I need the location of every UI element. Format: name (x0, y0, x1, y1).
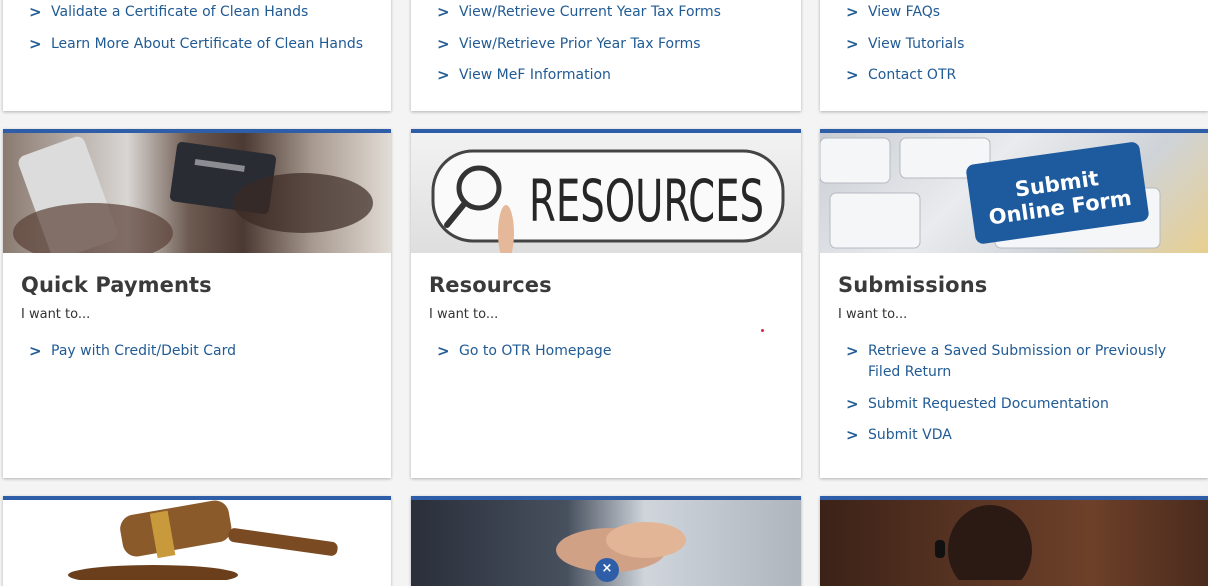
close-icon[interactable]: × (595, 558, 619, 582)
link-current-year-forms[interactable]: > View/Retrieve Current Year Tax Forms (411, 2, 801, 23)
resources-image-text: RESOURCES (529, 167, 764, 235)
resources-search-image: RESOURCES (411, 133, 801, 253)
chevron-right-icon: > (846, 3, 859, 21)
link-learn-certificate[interactable]: > Learn More About Certificate of Clean H… (3, 34, 391, 55)
card-gavel (3, 496, 391, 586)
link-submit-requested-documentation[interactable]: > Submit Requested Documentation (820, 394, 1208, 415)
keyboard-illustration: Submit Online Form (820, 137, 1161, 249)
card-title: Resources (429, 273, 552, 297)
link-submit-vda[interactable]: > Submit VDA (820, 425, 1208, 446)
chevron-right-icon: > (437, 342, 450, 360)
link-view-tutorials[interactable]: > View Tutorials (820, 34, 1208, 55)
link-list: > Go to OTR Homepage (411, 341, 801, 362)
link-prior-year-forms[interactable]: > View/Retrieve Prior Year Tax Forms (411, 34, 801, 55)
person-illustration (935, 505, 1032, 580)
link-pay-credit-debit[interactable]: > Pay with Credit/Debit Card (3, 341, 391, 362)
gavel-illustration (68, 500, 338, 580)
credit-card-illustration (13, 136, 373, 253)
chevron-right-icon: > (29, 34, 42, 53)
card-quick-payments: Quick Payments I want to... > Pay with Cr… (3, 129, 391, 478)
person-headset-image (820, 500, 1208, 586)
link-list: > View/Retrieve Current Year Tax Forms > V… (411, 2, 801, 86)
card-submissions: Submit Online Form Submissions I want to… (820, 129, 1208, 478)
card-title: Submissions (838, 273, 988, 297)
credit-card-payment-image (3, 133, 391, 253)
resources-illustration: RESOURCES (431, 149, 785, 253)
link-list: > Pay with Credit/Debit Card (3, 341, 391, 362)
link-mef-information[interactable]: > View MeF Information (411, 65, 801, 86)
card-tax-forms: > View/Retrieve Current Year Tax Forms > V… (411, 0, 801, 111)
card-clean-hands: > Validate a Certificate of Clean Hands >… (3, 0, 391, 111)
card-subtitle: I want to... (838, 307, 908, 322)
link-view-faqs[interactable]: > View FAQs (820, 2, 1208, 23)
chevron-right-icon: > (29, 342, 42, 360)
link-validate-certificate[interactable]: > Validate a Certificate of Clean Hands (3, 2, 391, 23)
link-retrieve-saved-submission[interactable]: > Retrieve a Saved Submission or Previous… (820, 341, 1208, 383)
card-title: Quick Payments (21, 273, 212, 297)
link-otr-homepage[interactable]: > Go to OTR Homepage (411, 341, 801, 362)
link-list: > View FAQs > View Tutorials > Contact OTR (820, 2, 1208, 86)
card-help: > View FAQs > View Tutorials > Contact OTR (820, 0, 1208, 111)
chevron-right-icon: > (846, 34, 859, 53)
chevron-right-icon: > (846, 394, 859, 413)
chevron-right-icon: > (846, 426, 859, 444)
cursor-dot (761, 329, 764, 332)
card-subtitle: I want to... (21, 307, 91, 322)
chevron-right-icon: > (437, 34, 450, 53)
gavel-image (3, 500, 391, 586)
chevron-right-icon: > (29, 3, 42, 21)
chevron-right-icon: > (437, 66, 450, 84)
card-resources: RESOURCES Resources I want to... > Go to … (411, 129, 801, 478)
card-customer-support (820, 496, 1208, 586)
chevron-right-icon: > (846, 342, 859, 360)
submit-online-form-image: Submit Online Form (820, 133, 1208, 253)
chevron-right-icon: > (437, 3, 450, 21)
chevron-right-icon: > (846, 66, 859, 84)
link-contact-otr[interactable]: > Contact OTR (820, 65, 1208, 86)
link-list: > Validate a Certificate of Clean Hands >… (3, 2, 391, 55)
link-list: > Retrieve a Saved Submission or Previous… (820, 341, 1208, 446)
card-subtitle: I want to... (429, 307, 499, 322)
